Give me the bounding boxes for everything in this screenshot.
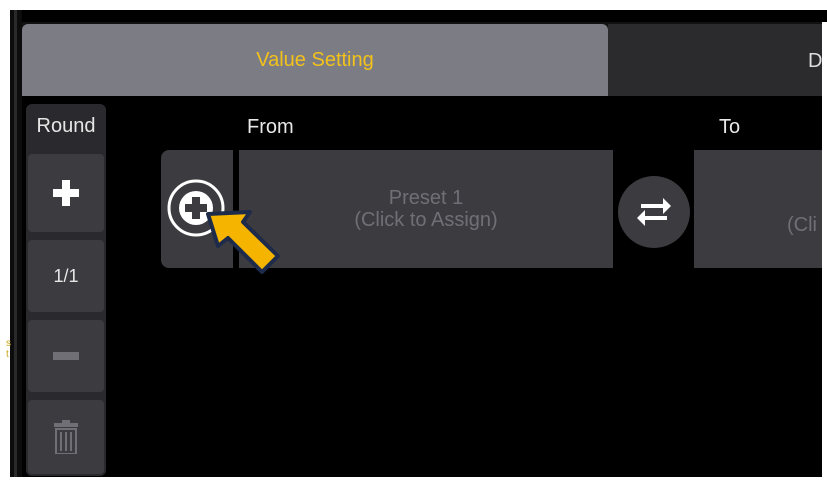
round-delete-button[interactable] [28, 400, 104, 474]
to-label: To [719, 116, 741, 138]
tab-second-label: D [808, 50, 823, 72]
tab-value-setting[interactable]: Value Setting [22, 24, 608, 96]
swap-button[interactable] [618, 176, 690, 248]
round-add-button[interactable] [28, 154, 104, 232]
window-frame-left [0, 0, 10, 485]
from-preset-slot[interactable]: Preset 1 (Click to Assign) [239, 150, 613, 268]
left-edge-divider [14, 10, 17, 477]
window-frame-top [0, 0, 827, 10]
plus-icon [53, 180, 79, 206]
to-preset-slot[interactable]: (Cli [694, 150, 827, 268]
swap-arrows-icon [637, 198, 671, 226]
from-preset-name: Preset 1 [388, 187, 464, 209]
from-preset-hint: (Click to Assign) [354, 209, 498, 231]
edge-artifact: st [6, 338, 11, 360]
trash-icon [54, 420, 78, 454]
round-fraction: 1/1 [28, 240, 104, 312]
to-preset-hint: (Cli [787, 214, 817, 236]
round-remove-button[interactable] [28, 320, 104, 392]
window-frame-bottom [0, 477, 827, 485]
round-label: Round [36, 114, 96, 137]
from-label: From [247, 116, 294, 138]
minus-icon [53, 352, 79, 360]
pointer-arrow-icon [206, 210, 280, 274]
window-frame-right [822, 22, 827, 477]
tab-second[interactable]: D [608, 24, 827, 96]
